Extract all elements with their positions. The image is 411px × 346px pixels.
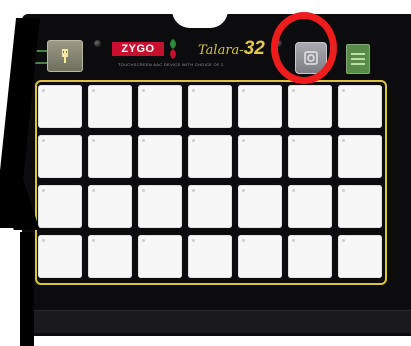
screw bbox=[94, 40, 101, 47]
message-pad[interactable] bbox=[138, 85, 182, 128]
highlight-circle bbox=[271, 12, 337, 84]
tagline: TOUCHSCREEN AAC DEVICE WITH CHOICE OF 2 bbox=[118, 62, 224, 67]
message-pad[interactable] bbox=[238, 135, 282, 178]
message-pad[interactable] bbox=[138, 135, 182, 178]
message-pad[interactable] bbox=[238, 85, 282, 128]
message-pad[interactable] bbox=[38, 135, 82, 178]
message-pad[interactable] bbox=[288, 135, 332, 178]
message-pad-grid bbox=[38, 85, 384, 283]
model-number: 32 bbox=[243, 38, 265, 59]
device-notch bbox=[172, 10, 228, 28]
bottom-rail bbox=[30, 310, 411, 333]
message-pad[interactable] bbox=[338, 185, 382, 228]
message-pad[interactable] bbox=[338, 135, 382, 178]
menu-icon-line bbox=[351, 58, 365, 60]
message-pad[interactable] bbox=[188, 85, 232, 128]
menu-icon-line bbox=[351, 63, 365, 65]
message-pad[interactable] bbox=[338, 235, 382, 278]
message-pad[interactable] bbox=[238, 235, 282, 278]
message-pad[interactable] bbox=[138, 235, 182, 278]
menu-icon-line bbox=[351, 53, 365, 55]
message-pad[interactable] bbox=[38, 235, 82, 278]
message-pad[interactable] bbox=[238, 185, 282, 228]
model-title: Talara-32 bbox=[198, 38, 265, 59]
usb-button[interactable] bbox=[47, 40, 83, 72]
brand-mark-icon bbox=[170, 39, 176, 59]
occlusion-bar bbox=[20, 232, 34, 346]
message-pad[interactable] bbox=[288, 235, 332, 278]
model-prefix: Talara- bbox=[198, 43, 244, 58]
message-pad[interactable] bbox=[88, 85, 132, 128]
message-pad[interactable] bbox=[288, 85, 332, 128]
message-pad[interactable] bbox=[38, 185, 82, 228]
message-pad[interactable] bbox=[188, 185, 232, 228]
menu-button[interactable] bbox=[346, 44, 370, 74]
message-pad[interactable] bbox=[38, 85, 82, 128]
message-pad[interactable] bbox=[288, 185, 332, 228]
brand-logo: ZYGO bbox=[112, 42, 164, 56]
message-pad[interactable] bbox=[88, 235, 132, 278]
usb-plug-icon bbox=[62, 49, 68, 63]
message-pad[interactable] bbox=[188, 235, 232, 278]
message-pad[interactable] bbox=[188, 135, 232, 178]
message-pad[interactable] bbox=[88, 185, 132, 228]
message-pad[interactable] bbox=[338, 85, 382, 128]
message-pad[interactable] bbox=[138, 185, 182, 228]
message-pad[interactable] bbox=[88, 135, 132, 178]
